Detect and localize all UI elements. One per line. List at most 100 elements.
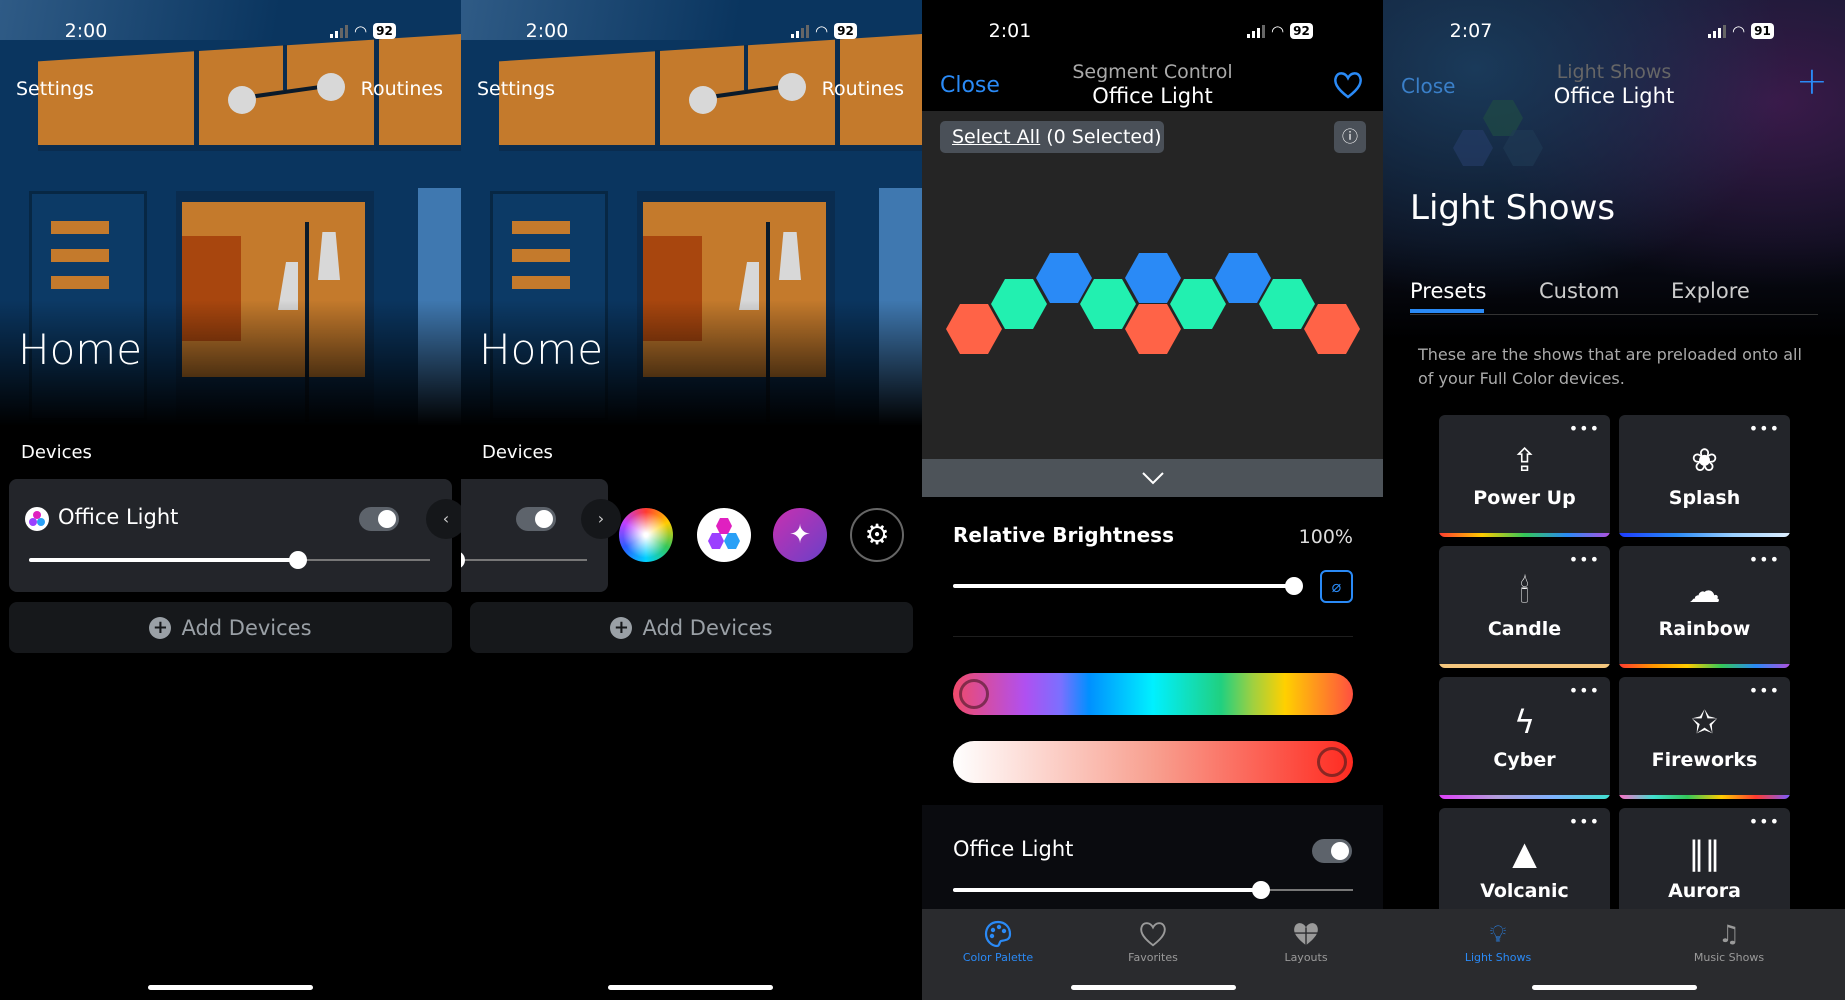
status-time: 2:07 — [1449, 20, 1493, 42]
hue-slider-thumb[interactable] — [959, 679, 989, 709]
chevron-left-icon[interactable]: ‹ — [426, 499, 461, 539]
light-panel-hex[interactable] — [946, 304, 1002, 354]
show-card[interactable]: ••• ☁ Rainbow — [1619, 546, 1790, 668]
bulb-off-icon[interactable]: ⌀ — [1320, 570, 1353, 603]
add-show-plus-icon[interactable]: + — [1796, 62, 1828, 100]
rainbow-cloud-icon: ☁ — [1688, 572, 1721, 610]
show-name: Cyber — [1493, 749, 1556, 771]
mountain-icon: ▲ — [1512, 834, 1537, 872]
sparkle-scenes-icon[interactable]: ✦ — [773, 508, 827, 562]
header-title: Office Light — [1553, 84, 1675, 108]
show-name: Candle — [1487, 618, 1562, 640]
relative-brightness-thumb[interactable] — [1285, 577, 1303, 595]
device-power-toggle[interactable] — [1312, 839, 1352, 863]
light-panel-hex[interactable] — [1036, 253, 1092, 303]
chevron-right-icon[interactable]: › — [581, 499, 621, 539]
device-card-swiped[interactable]: › — [461, 479, 621, 592]
tab-layouts[interactable]: Layouts — [1246, 917, 1366, 964]
add-devices-button[interactable]: + Add Devices — [470, 602, 913, 653]
tab-custom[interactable]: Custom — [1539, 279, 1619, 303]
select-all-button[interactable]: Select All (0 Selected) — [940, 121, 1164, 153]
relative-brightness-slider[interactable] — [953, 584, 1294, 588]
saturation-slider-thumb[interactable] — [1317, 747, 1347, 777]
more-options-icon[interactable]: ••• — [1569, 550, 1600, 569]
header-title: Office Light — [1092, 84, 1213, 108]
light-panel-hex[interactable] — [991, 279, 1047, 329]
show-color-stripe — [1439, 533, 1610, 537]
layout-hex-icon[interactable] — [697, 508, 751, 562]
tab-color-palette[interactable]: Color Palette — [938, 917, 1058, 964]
tab-music-shows[interactable]: ♫ Music Shows — [1669, 917, 1789, 964]
light-panel-hex[interactable] — [1125, 253, 1181, 303]
collapse-bar[interactable] — [922, 459, 1383, 497]
tabs-divider — [1410, 314, 1818, 315]
device-card-office-light[interactable]: Office Light ‹ — [9, 479, 461, 592]
wifi-icon: ◠ — [354, 22, 368, 40]
home-indicator — [1071, 985, 1236, 990]
more-options-icon[interactable]: ••• — [1749, 419, 1780, 438]
show-card[interactable]: ••• ✩ Fireworks — [1619, 677, 1790, 799]
more-options-icon[interactable]: ••• — [1569, 419, 1600, 438]
routines-link[interactable]: Routines — [822, 78, 904, 100]
page-title: Home — [18, 325, 143, 374]
segment-control-screen: 2:01 ◠ 92 Close Segment Control Office L… — [922, 0, 1383, 1000]
select-all-label: Select All — [952, 126, 1041, 148]
routines-link[interactable]: Routines — [361, 78, 443, 100]
light-panel-hex[interactable] — [1215, 253, 1271, 303]
show-name: Splash — [1668, 487, 1741, 509]
light-panel-hex[interactable] — [1259, 279, 1315, 329]
more-options-icon[interactable]: ••• — [1749, 550, 1780, 569]
favorite-heart-icon[interactable] — [1332, 70, 1364, 100]
device-power-toggle[interactable] — [359, 507, 399, 531]
settings-link[interactable]: Settings — [477, 78, 555, 100]
more-options-icon[interactable]: ••• — [1749, 681, 1780, 700]
battery-indicator: 92 — [834, 23, 857, 39]
signal-icon — [1247, 24, 1265, 38]
status-icons: ◠ 91 — [1708, 22, 1774, 40]
device-name: Office Light — [58, 505, 179, 529]
show-card[interactable]: ••• 🕯︎ Candle — [1439, 546, 1610, 668]
home-indicator — [608, 985, 773, 990]
show-card[interactable]: ••• ϟ Cyber — [1439, 677, 1610, 799]
show-name: Volcanic — [1480, 880, 1569, 902]
show-card[interactable]: ••• ❀ Splash — [1619, 415, 1790, 537]
settings-link[interactable]: Settings — [16, 78, 94, 100]
show-color-stripe — [1619, 533, 1790, 537]
fireworks-star-icon: ✩ — [1691, 703, 1718, 741]
light-panel-hex[interactable] — [1080, 279, 1136, 329]
tab-presets[interactable]: Presets — [1410, 279, 1486, 303]
add-devices-button[interactable]: + Add Devices — [9, 602, 452, 653]
segment-layout-canvas[interactable]: Select All (0 Selected) ⓘ — [922, 111, 1383, 459]
hue-slider[interactable] — [953, 673, 1353, 715]
battery-indicator: 92 — [1290, 23, 1313, 39]
gear-icon[interactable]: ⚙ — [850, 508, 904, 562]
brightness-slider[interactable] — [461, 559, 587, 561]
show-card[interactable]: ••• ⇪ Power Up — [1439, 415, 1610, 537]
devices-heading: Devices — [21, 442, 92, 463]
status-icons: ◠ 92 — [330, 22, 396, 40]
brightness-slider-thumb[interactable] — [288, 551, 307, 569]
wifi-icon: ◠ — [1732, 22, 1746, 40]
light-shows-screen: 2:07 ◠ 91 Close Light Shows Office Light… — [1383, 0, 1845, 1000]
home-indicator — [1532, 985, 1697, 990]
battery-indicator: 91 — [1751, 23, 1774, 39]
light-panel-hex[interactable] — [1170, 279, 1226, 329]
tab-explore[interactable]: Explore — [1671, 279, 1750, 303]
more-options-icon[interactable]: ••• — [1569, 681, 1600, 700]
color-wheel-icon[interactable] — [619, 508, 673, 562]
home-screen: 2:00 ◠ 92 Settings Routines Home Devices… — [0, 0, 461, 1000]
saturation-slider[interactable] — [953, 741, 1353, 783]
light-panel-hex[interactable] — [1125, 304, 1181, 354]
info-icon[interactable]: ⓘ — [1334, 121, 1366, 153]
music-shows-icon: ♫ — [1718, 920, 1740, 948]
device-brightness-thumb[interactable] — [1252, 881, 1270, 899]
tab-light-shows[interactable]: 💡︎ Light Shows — [1438, 917, 1558, 964]
tab-favorites[interactable]: Favorites — [1093, 917, 1213, 964]
more-options-icon[interactable]: ••• — [1569, 812, 1600, 831]
device-hex-icon — [25, 507, 49, 531]
more-options-icon[interactable]: ••• — [1749, 812, 1780, 831]
light-panel-hex[interactable] — [1304, 304, 1360, 354]
palette-icon — [984, 920, 1012, 948]
device-power-toggle[interactable] — [516, 507, 556, 531]
brightness-slider-thumb[interactable] — [461, 551, 465, 569]
